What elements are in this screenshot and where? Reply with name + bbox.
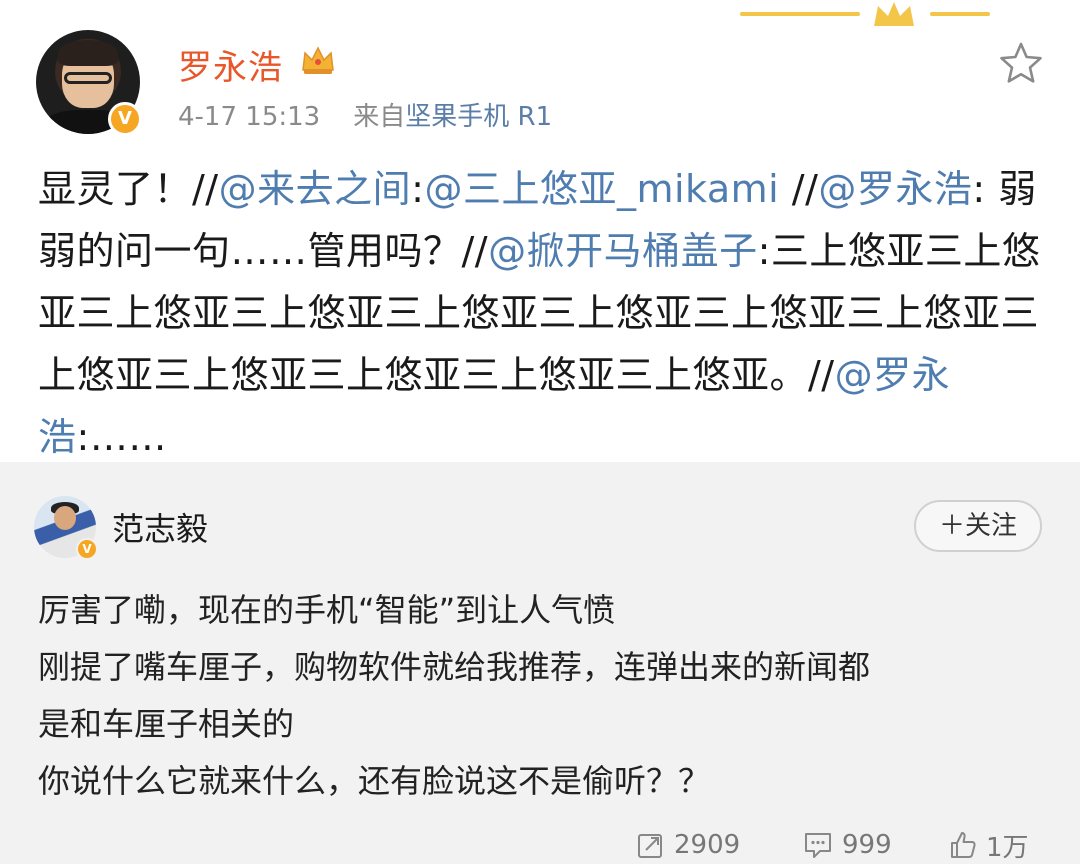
repost-count: 2909	[674, 830, 741, 860]
mention-link[interactable]: @三上悠亚_mikami	[424, 167, 779, 211]
comment-body: 厉害了嘞，现在的手机“智能”到让人气愤 刚提了嘴车厘子，购物软件就给我推荐，连弹…	[38, 582, 1048, 810]
comment-button[interactable]: 999	[802, 828, 892, 862]
mention-link[interactable]: @来去之间	[219, 167, 412, 211]
commenter-name[interactable]: 范志毅	[112, 504, 208, 550]
follow-button[interactable]: ＋关注	[914, 500, 1042, 552]
post-source-prefix: 来自	[353, 102, 406, 132]
like-count: 1万	[986, 832, 1029, 863]
crown-decoration-icon	[874, 2, 914, 26]
post-source-device[interactable]: 坚果手机 R1	[405, 102, 552, 132]
post-body: 显灵了！//@来去之间:@三上悠亚_mikami //@罗永浩: 弱弱的问一句……	[38, 158, 1048, 468]
post-text-segment: :……	[76, 415, 167, 459]
repost-button[interactable]: 2909	[636, 828, 740, 862]
thumbs-up-icon	[951, 832, 976, 858]
post-text-segment: //	[779, 167, 819, 211]
post-text-segment: 显灵了！//	[38, 167, 219, 211]
like-button[interactable]: 1万	[948, 828, 1029, 863]
author-name[interactable]: 罗永浩	[178, 40, 283, 89]
comment-line: 厉害了嘞，现在的手机“智能”到让人气愤	[38, 591, 616, 629]
mention-link[interactable]: @掀开马桶盖子	[488, 229, 758, 273]
crown-icon	[302, 46, 334, 74]
banner-decoration	[930, 12, 990, 16]
post-text-segment: :	[411, 167, 425, 211]
weibo-post-card: V 罗永浩 4-17 15:13 来自坚果手机 R1 显灵了！//@来去之间:@…	[0, 0, 1080, 462]
comment-line: 刚提了嘴车厘子，购物软件就给我推荐，连弹出来的新闻都	[38, 648, 871, 686]
comment-line: 是和车厘子相关的	[38, 705, 295, 743]
post-timestamp: 4-17 15:13	[178, 102, 321, 132]
banner-decoration	[740, 12, 860, 16]
post-meta: 4-17 15:13 来自坚果手机 R1	[178, 96, 552, 133]
comment-count: 999	[842, 830, 892, 860]
star-icon[interactable]	[998, 40, 1044, 86]
action-bar: 2909 999 1万	[0, 822, 1080, 864]
comment-icon	[805, 833, 831, 858]
verified-icon: V	[76, 538, 98, 560]
mention-link[interactable]: @罗永浩	[818, 167, 972, 211]
verified-icon: V	[108, 102, 142, 136]
repost-icon	[638, 834, 662, 858]
comment-line: 你说什么它就来什么，还有脸说这不是偷听？？	[38, 762, 711, 800]
